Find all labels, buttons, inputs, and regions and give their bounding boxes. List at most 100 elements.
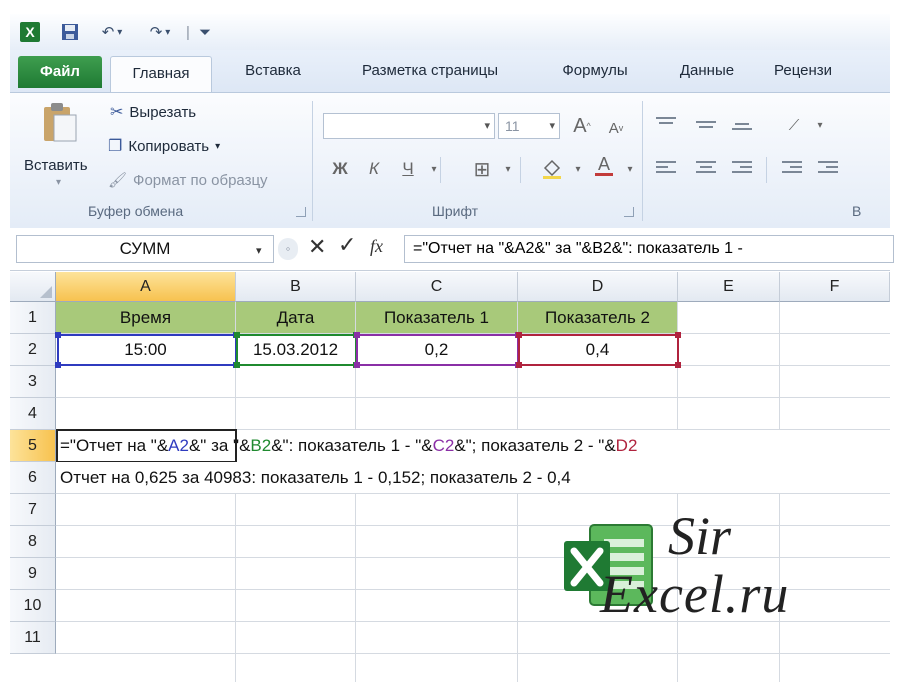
- cell-d1[interactable]: Показатель 2: [518, 302, 678, 334]
- underline-button[interactable]: Ч: [394, 155, 422, 183]
- letter-a-icon: A: [597, 154, 610, 174]
- formula-part: &" за "&: [188, 436, 251, 455]
- row-header-2[interactable]: 2: [10, 334, 56, 366]
- align-middle-icon[interactable]: [696, 121, 716, 135]
- cell-b2[interactable]: 15.03.2012: [236, 334, 356, 366]
- cut-label: Вырезать: [129, 103, 197, 121]
- cell-d2[interactable]: 0,4: [518, 334, 678, 366]
- tab-review[interactable]: Рецензи: [774, 50, 890, 92]
- separator: [642, 101, 643, 221]
- paste-dropdown-icon[interactable]: ▾: [56, 177, 61, 188]
- tab-data[interactable]: Данные: [664, 50, 750, 92]
- align-left-icon[interactable]: [656, 161, 676, 175]
- tab-file[interactable]: Файл: [18, 56, 102, 88]
- title-bar: X ↶ ▾ ↷ ▾ | ⏷: [10, 14, 890, 50]
- row-header-11[interactable]: 11: [10, 622, 56, 654]
- cell-a6[interactable]: Отчет на 0,625 за 40983: показатель 1 - …: [56, 462, 890, 494]
- paste-button[interactable]: Вставить: [24, 157, 88, 174]
- borders-icon[interactable]: ⊞: [468, 155, 496, 183]
- align-top-icon[interactable]: [656, 117, 676, 131]
- format-painter-button[interactable]: 🖌 Формат по образцу: [108, 171, 268, 190]
- fill-color-icon[interactable]: [538, 155, 566, 183]
- copy-button[interactable]: ❐ Копировать ▾: [108, 136, 220, 156]
- cell-a5[interactable]: ="Отчет на "& A2 &" за "& B2 &": показатель …: [56, 430, 890, 462]
- copy-label: Копировать: [128, 137, 210, 155]
- save-icon[interactable]: [58, 21, 82, 43]
- row-header-3[interactable]: 3: [10, 366, 56, 398]
- cell-c1[interactable]: Показатель 1: [356, 302, 518, 334]
- redo-icon[interactable]: ↷ ▾: [142, 21, 178, 43]
- separator: [440, 157, 441, 183]
- cell-c2[interactable]: 0,2: [356, 334, 518, 366]
- cell-a1[interactable]: Время: [56, 302, 236, 334]
- increase-font-icon[interactable]: A ^: [568, 112, 596, 140]
- chevron-down-icon[interactable]: ▾: [806, 111, 834, 139]
- formula-part: &": показатель 1 - "&: [271, 436, 433, 455]
- column-header-d[interactable]: D: [518, 272, 678, 302]
- watermark: Sir Excel.ru: [560, 505, 880, 655]
- tab-formulas[interactable]: Формулы: [545, 50, 645, 92]
- svg-text:X: X: [25, 24, 35, 40]
- formula-ref-a2: A2: [168, 436, 189, 455]
- chevron-down-icon[interactable]: ▾: [494, 155, 522, 183]
- column-header-a[interactable]: A: [56, 272, 236, 302]
- cell-a2[interactable]: 15:00: [56, 334, 236, 366]
- column-header-c[interactable]: C: [356, 272, 518, 302]
- font-name-combo[interactable]: ▾: [323, 113, 495, 139]
- row-header-6[interactable]: 6: [10, 462, 56, 494]
- decrease-indent-icon[interactable]: [782, 161, 802, 175]
- tab-page-layout[interactable]: Разметка страницы: [335, 50, 525, 92]
- grip-icon[interactable]: ◦: [278, 238, 298, 260]
- ribbon-tabs: Файл Главная Вставка Разметка страницы Ф…: [10, 50, 890, 93]
- cut-button[interactable]: ✂ Вырезать: [110, 102, 196, 122]
- italic-button[interactable]: К: [360, 155, 388, 183]
- chevron-down-icon[interactable]: ▾: [420, 155, 448, 183]
- cancel-icon[interactable]: ✕: [308, 234, 326, 260]
- excel-x-icon[interactable]: X: [18, 21, 42, 43]
- row-header-10[interactable]: 10: [10, 590, 56, 622]
- chevron-down-icon[interactable]: ▾: [564, 155, 592, 183]
- clipboard-launcher-icon[interactable]: [296, 207, 306, 217]
- font-color-icon[interactable]: A: [590, 151, 618, 179]
- separator: [312, 101, 313, 221]
- chevron-down-icon[interactable]: ▾: [256, 244, 262, 257]
- formula-input[interactable]: ="Отчет на "&A2&" за "&B2&": показатель …: [404, 235, 894, 263]
- font-launcher-icon[interactable]: [624, 207, 634, 217]
- chevron-down-icon: ▾: [549, 120, 555, 132]
- scissors-icon: ✂: [110, 104, 124, 121]
- align-bottom-icon[interactable]: [732, 123, 752, 137]
- row-header-5[interactable]: 5: [10, 430, 56, 462]
- row-header-4[interactable]: 4: [10, 398, 56, 430]
- name-box[interactable]: СУММ: [16, 235, 274, 263]
- decrease-font-icon[interactable]: Av: [602, 114, 630, 142]
- ribbon: Вставить ▾ ✂ Вырезать ❐ Копировать ▾ 🖌 Ф…: [10, 92, 890, 229]
- chevron-down-icon[interactable]: ▾: [616, 155, 644, 183]
- insert-function-icon[interactable]: fx: [370, 236, 383, 257]
- row-header-9[interactable]: 9: [10, 558, 56, 590]
- increase-indent-icon[interactable]: [818, 161, 838, 175]
- font-group-label: Шрифт: [432, 203, 479, 219]
- column-header-f[interactable]: F: [780, 272, 890, 302]
- cell-b1[interactable]: Дата: [236, 302, 356, 334]
- row-header-7[interactable]: 7: [10, 494, 56, 526]
- align-right-icon[interactable]: [732, 161, 752, 175]
- orientation-icon[interactable]: ⟋: [780, 111, 808, 139]
- format-painter-label: Формат по образцу: [133, 171, 268, 189]
- align-center-icon[interactable]: [696, 161, 716, 175]
- tab-insert[interactable]: Вставка: [230, 50, 316, 92]
- undo-icon[interactable]: ↶ ▾: [94, 21, 130, 43]
- enter-icon[interactable]: ✓: [338, 232, 356, 258]
- customize-icon[interactable]: ⏷: [196, 21, 214, 43]
- column-header-e[interactable]: E: [678, 272, 780, 302]
- row-header-1[interactable]: 1: [10, 302, 56, 334]
- separator: [766, 157, 767, 183]
- bold-button[interactable]: Ж: [326, 155, 354, 183]
- column-header-b[interactable]: B: [236, 272, 356, 302]
- tab-home[interactable]: Главная: [110, 56, 212, 93]
- formula-bar: СУММ ▾ ◦ ✕ ✓ fx ="Отчет на "&A2&" за "&B…: [10, 228, 894, 271]
- select-all-button[interactable]: [10, 272, 56, 302]
- font-size-combo[interactable]: 11 ▾: [498, 113, 560, 139]
- paste-icon[interactable]: [38, 101, 78, 145]
- row-header-8[interactable]: 8: [10, 526, 56, 558]
- alignment-group-label: В: [852, 203, 862, 219]
